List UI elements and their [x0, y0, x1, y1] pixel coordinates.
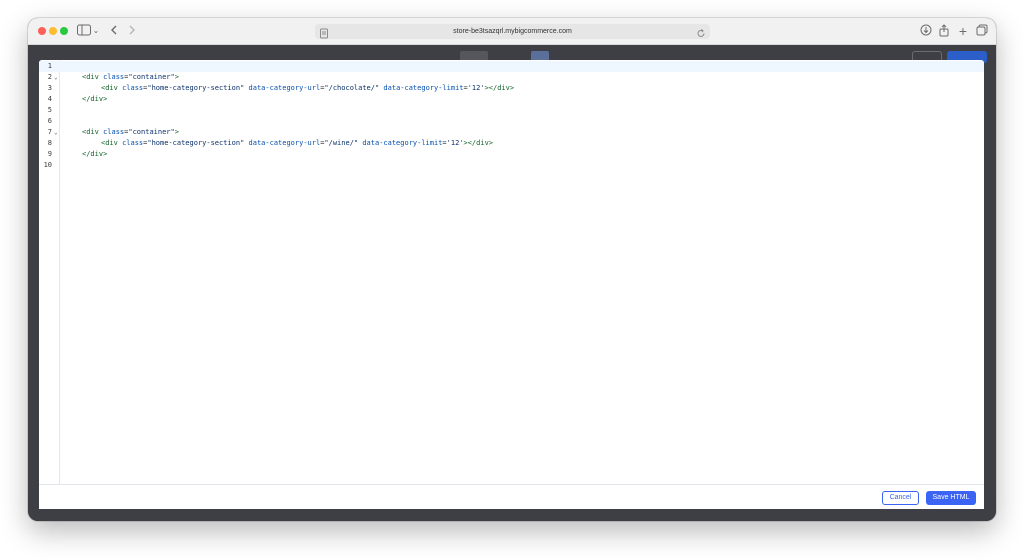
code-token: "home-category-section" [147, 84, 245, 92]
code-text: <div class="container"> [82, 72, 179, 83]
code-text: <div class="home-category-section" data-… [101, 138, 493, 149]
code-token: <div [101, 139, 123, 147]
code-token: "container" [128, 73, 175, 81]
fold-chevron-icon[interactable]: ⌄ [54, 72, 59, 83]
code-line[interactable]: 2 ⌄ <div class="container"> [39, 72, 984, 83]
browser-toolbar: ⌄ store-be3tsazqrl.mybigcommerce.com + [28, 18, 996, 45]
cancel-button[interactable]: Cancel [882, 491, 919, 505]
code-text: <div class="container"> [82, 127, 179, 138]
line-number: 10 [43, 161, 52, 169]
line-number: 5 [47, 106, 52, 114]
code-token: class [122, 139, 144, 147]
code-token: "home-category-section" [147, 139, 245, 147]
code-line[interactable]: 9 </div> [39, 149, 984, 160]
code-line[interactable]: 10 [39, 160, 984, 171]
back-arrow-icon[interactable] [108, 24, 120, 38]
chevron-down-icon[interactable]: ⌄ [92, 24, 100, 38]
line-number: 9 [47, 150, 52, 158]
code-token: data-category-url [248, 84, 321, 92]
code-line[interactable]: 4 </div> [39, 94, 984, 105]
address-bar[interactable]: store-be3tsazqrl.mybigcommerce.com [315, 24, 710, 39]
code-token: "/chocolate/" [324, 84, 380, 92]
code-token: <div [101, 84, 123, 92]
code-token: ></div> [463, 139, 494, 147]
sidebar-icon[interactable] [77, 24, 91, 38]
modal-footer: Cancel Save HTML [39, 484, 984, 509]
url-text[interactable]: store-be3tsazqrl.mybigcommerce.com [315, 24, 710, 39]
code-text: </div> [82, 94, 107, 105]
code-token: ></div> [484, 84, 515, 92]
code-token: class [122, 84, 144, 92]
code-token: <div [82, 73, 104, 81]
code-token: </div> [82, 150, 108, 158]
code-token: '12' [467, 84, 485, 92]
browser-window: ⌄ store-be3tsazqrl.mybigcommerce.com + 1… [28, 18, 996, 521]
save-html-button[interactable]: Save HTML [926, 491, 976, 505]
code-token: data-category-limit [362, 139, 443, 147]
code-text: </div> [82, 149, 107, 160]
code-token: data-category-limit [383, 84, 464, 92]
line-number: 2 [47, 73, 52, 81]
code-line[interactable]: 3 <div class="home-category-section" data… [39, 83, 984, 94]
code-token: '12' [446, 139, 464, 147]
plus-icon[interactable]: + [957, 24, 969, 38]
forward-arrow-icon[interactable] [126, 24, 138, 38]
code-token: class [103, 128, 125, 136]
code-line[interactable]: 5 [39, 105, 984, 116]
line-number: 1 [47, 62, 52, 70]
minimize-window-button[interactable] [49, 27, 57, 35]
code-token: class [103, 73, 125, 81]
line-number: 3 [47, 84, 52, 92]
code-token: "container" [128, 128, 175, 136]
code-token: </div> [82, 95, 108, 103]
code-line[interactable]: 8 <div class="home-category-section" data… [39, 138, 984, 149]
code-token: > [174, 73, 179, 81]
code-token: <div [82, 128, 104, 136]
line-number: 4 [47, 95, 52, 103]
code-editor[interactable]: 1 2 ⌄ <div class="container"> 3 <div class="h… [39, 60, 984, 484]
close-window-button[interactable] [38, 27, 46, 35]
line-number: 6 [47, 117, 52, 125]
code-token: "/wine/" [324, 139, 359, 147]
reload-icon[interactable] [696, 26, 706, 37]
code-line[interactable]: 7 ⌄ <div class="container"> [39, 127, 984, 138]
code-text: <div class="home-category-section" data-… [101, 83, 514, 94]
fold-chevron-icon[interactable]: ⌄ [54, 127, 59, 138]
code-token: data-category-url [248, 139, 321, 147]
code-line[interactable]: 6 [39, 116, 984, 127]
tabs-icon[interactable] [976, 24, 988, 38]
download-icon[interactable] [920, 24, 932, 38]
line-number: 7 [47, 128, 52, 136]
code-token: > [174, 128, 179, 136]
background-page-footer [28, 509, 996, 521]
maximize-window-button[interactable] [60, 27, 68, 35]
line-number: 8 [47, 139, 52, 147]
share-icon[interactable] [938, 24, 950, 38]
code-line[interactable]: 1 [39, 61, 984, 72]
html-editor-modal: 1 2 ⌄ <div class="container"> 3 <div class="h… [39, 60, 984, 509]
